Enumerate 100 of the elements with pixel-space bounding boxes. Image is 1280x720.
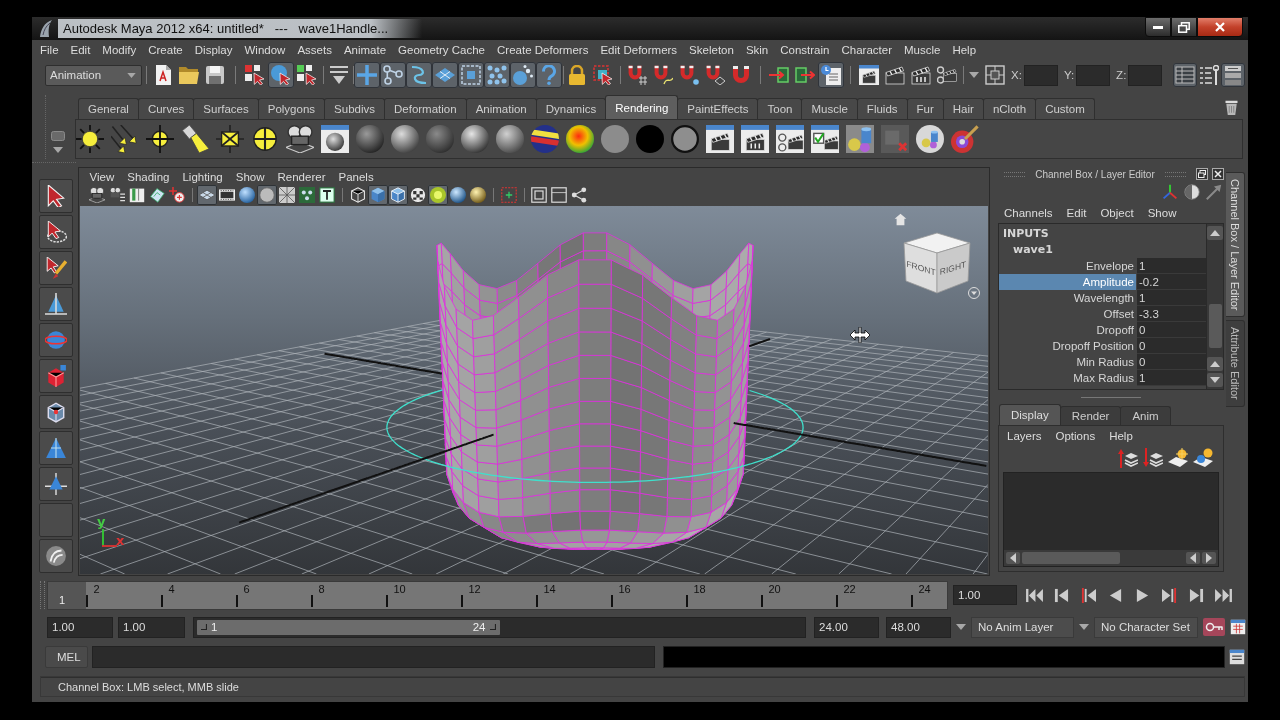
caret-icon[interactable] [956, 624, 966, 630]
window-list-icon[interactable] [1229, 649, 1245, 665]
attribute-label[interactable]: Envelope [999, 258, 1136, 274]
plus-circle-icon[interactable] [167, 185, 187, 205]
menu-item[interactable]: Show [1147, 207, 1177, 219]
attribute-value-field[interactable]: 1 [1137, 258, 1206, 274]
movie-camera-icon[interactable] [87, 185, 107, 205]
attribute-value-field[interactable]: 1 [1137, 370, 1206, 386]
cube-icon[interactable] [39, 359, 73, 393]
time-slider[interactable]: 2 4 6 8 10 12 14 16 18 20 22 24 1 [47, 580, 948, 610]
key-icon[interactable] [1203, 618, 1225, 636]
attribute-value-field[interactable]: -0.2 [1137, 274, 1206, 290]
caret-icon[interactable] [968, 287, 980, 299]
calendar-grid-icon[interactable] [1230, 619, 1246, 635]
shelf-tab[interactable]: Polygons [257, 98, 326, 119]
command-input-field[interactable] [92, 646, 655, 668]
sphere-icon[interactable] [426, 125, 454, 153]
shelf-tab[interactable]: Toon [757, 98, 803, 119]
menu-item[interactable]: Animate [337, 44, 393, 56]
layers-arrow-icon[interactable] [1118, 448, 1138, 468]
coordinate-field[interactable] [1023, 64, 1058, 86]
coordinate-field[interactable] [1128, 64, 1163, 86]
sphere-icon[interactable] [391, 125, 419, 153]
movie-camera-icon[interactable] [286, 125, 314, 153]
sphere-icon[interactable] [496, 125, 524, 153]
clock-document-icon[interactable] [818, 62, 844, 88]
float-window-icon[interactable] [1196, 168, 1208, 180]
deformer-handle-lines[interactable] [238, 338, 988, 524]
checker-ball-icon[interactable] [408, 185, 428, 205]
attribute-label[interactable]: Amplitude [999, 274, 1136, 290]
node-name[interactable]: wave1 [999, 242, 1206, 258]
t-box-icon[interactable] [317, 185, 337, 205]
shelf-tab[interactable]: Hair [942, 98, 984, 119]
layer-tab[interactable]: Display [999, 404, 1061, 425]
s-curve-icon[interactable] [406, 62, 432, 88]
sphere-icon[interactable] [468, 185, 488, 205]
playback-end-field[interactable]: 24.00 [814, 616, 879, 638]
diagonal-arrows-icon[interactable] [111, 125, 139, 153]
caret-icon[interactable] [1079, 624, 1089, 630]
close-button[interactable] [1197, 17, 1243, 37]
menu-item[interactable]: Skin [739, 44, 775, 56]
stacked-panels-icon[interactable] [1221, 63, 1245, 87]
menu-item[interactable]: Edit [1066, 207, 1087, 219]
attribute-label[interactable]: Max Radius [999, 370, 1136, 386]
scroll-thumb[interactable] [1022, 552, 1120, 564]
shelf-tab[interactable]: Curves [137, 98, 195, 119]
triangle-cross-icon[interactable] [39, 467, 73, 501]
clapperboard-window-icon[interactable] [741, 125, 769, 153]
ring-disc-icon[interactable] [671, 125, 699, 153]
range-slider-bar[interactable]: 1 24 [197, 619, 500, 635]
attribute-value-field[interactable]: 0 [1137, 338, 1206, 354]
menu-item[interactable]: Options [1055, 430, 1096, 442]
dots-tile-icon[interactable] [297, 185, 317, 205]
home-icon[interactable] [894, 213, 907, 226]
side-tab[interactable]: Attribute Editor [1226, 320, 1245, 408]
scrollbar[interactable] [1004, 550, 1218, 566]
joint-chain-icon[interactable] [380, 62, 406, 88]
sphere-icon[interactable] [356, 125, 384, 153]
rounded-rect-icon[interactable] [50, 131, 65, 141]
crosshair-box-icon[interactable] [982, 62, 1008, 88]
lattice-box-icon[interactable] [458, 62, 484, 88]
menu-set-dropdown[interactable]: Animation [45, 64, 142, 86]
menu-item[interactable]: File [34, 44, 65, 56]
arrow-cursor-icon[interactable] [39, 179, 73, 213]
attribute-value-field[interactable]: 1 [1137, 290, 1206, 306]
menu-item[interactable]: Renderer [271, 170, 332, 183]
attribute-label[interactable]: Offset [999, 306, 1136, 322]
shapes-sphere-icon[interactable] [916, 125, 944, 153]
shelf-tab[interactable]: Rendering [605, 95, 679, 119]
range-slider-track[interactable]: 1 24 [193, 616, 806, 638]
close-icon[interactable] [1212, 168, 1224, 180]
restore-button[interactable] [1171, 17, 1197, 37]
shelf-tab[interactable]: Animation [465, 98, 537, 119]
dots-icon[interactable] [484, 62, 510, 88]
shelf-tab[interactable]: Subdivs [324, 98, 385, 119]
table-icon[interactable] [1173, 63, 1197, 87]
shelf-tab[interactable]: General [78, 98, 139, 119]
nested-squares-icon[interactable] [529, 185, 549, 205]
menu-item[interactable]: Create Deformers [491, 44, 595, 56]
lasso-cursor-icon[interactable] [39, 215, 73, 249]
menu-item[interactable]: Muscle [897, 44, 947, 56]
diamond-grid-icon[interactable] [197, 185, 217, 205]
menu-item[interactable]: Show [229, 170, 271, 183]
half-shaded-disc-icon[interactable] [1184, 184, 1200, 200]
playback-start-field[interactable]: 1.00 [118, 616, 185, 638]
question-mark-icon[interactable] [536, 62, 562, 88]
cone-icon[interactable] [39, 287, 73, 321]
plane-star-icon[interactable] [1168, 448, 1188, 468]
menu-item[interactable]: Constrain [774, 44, 836, 56]
menu-item[interactable]: Help [946, 44, 983, 56]
gradient-sphere-icon[interactable] [566, 125, 594, 153]
list-wrench-icon[interactable] [1197, 63, 1221, 87]
scrollbar[interactable] [1206, 224, 1223, 389]
shelf-tab[interactable]: PaintEffects [677, 98, 759, 119]
crossed-disc-icon[interactable] [251, 125, 279, 153]
clapperboard-window-icon[interactable] [856, 62, 882, 88]
wave-mesh[interactable] [436, 232, 754, 550]
clapperboard-window-icon[interactable] [776, 125, 804, 153]
share-nodes-icon[interactable] [569, 185, 589, 205]
menu-item[interactable]: Display [188, 44, 239, 56]
